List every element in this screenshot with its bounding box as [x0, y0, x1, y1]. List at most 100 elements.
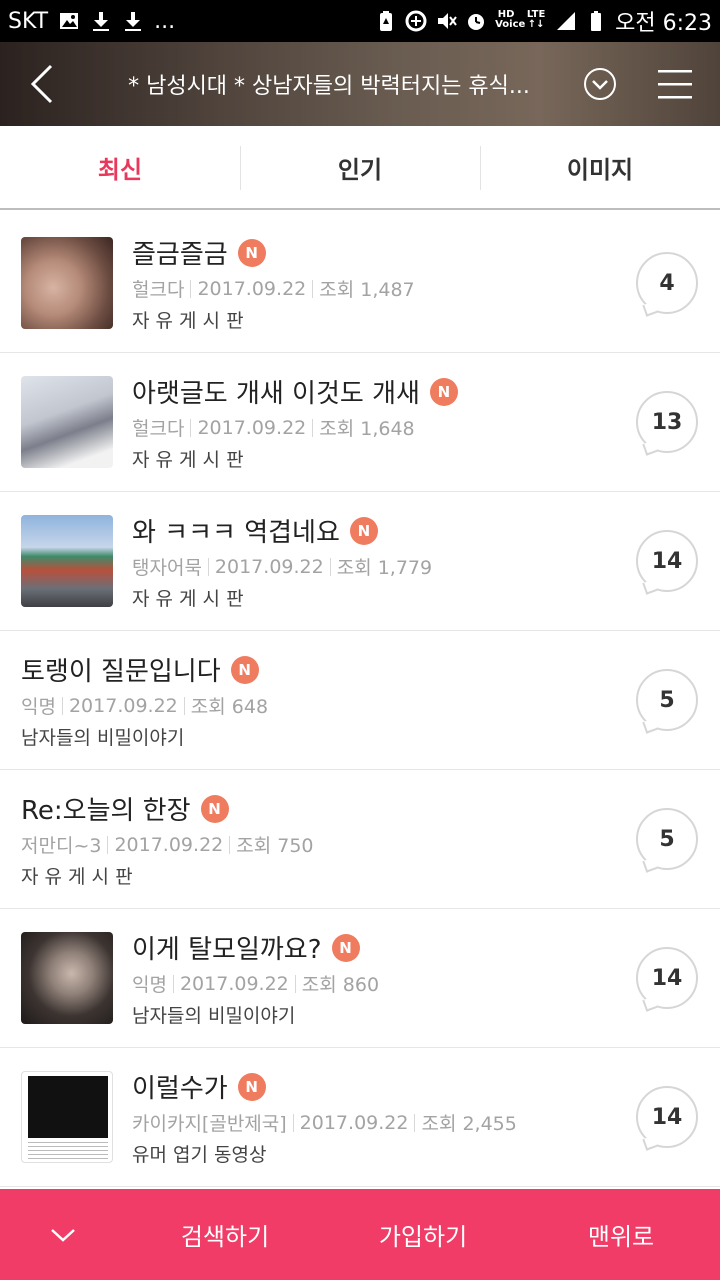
collapse-bar-button[interactable] [0, 1189, 126, 1280]
hd-voice-icon: HD Voice [495, 9, 526, 30]
status-right: HD Voice LTE ↑↓ 오전 6:23 [375, 5, 712, 37]
post-row[interactable]: 이럴수가 N 카이카지[골반제국] 2017.09.22 조회 2,455 유머 엽… [0, 1048, 720, 1187]
post-views: 조회 750 [236, 835, 314, 857]
meta-divider [61, 696, 63, 715]
post-title-line: 와 ㅋㅋㅋ 역겹네요 N [132, 513, 720, 549]
post-text: 이럴수가 N 카이카지[골반제국] 2017.09.22 조회 2,455 유머 엽… [132, 1069, 720, 1166]
post-thumbnail [21, 515, 113, 607]
comment-count-bubble: 14 [636, 1086, 698, 1148]
post-author: 익명 [21, 696, 56, 718]
meta-divider [107, 835, 109, 854]
back-button[interactable] [0, 42, 84, 126]
post-board: 자 유 게 시 판 [132, 587, 244, 610]
post-row[interactable]: 토랭이 질문입니다 N 익명 2017.09.22 조회 648 남자들의 비밀이야… [0, 631, 720, 770]
meta-divider [190, 279, 192, 298]
post-date: 2017.09.22 [114, 833, 224, 856]
cafe-header: * 남성시대 * 상남자들의 박력터지는 휴식... [0, 42, 720, 126]
tab-popular[interactable]: 인기 [240, 126, 480, 208]
post-date: 2017.09.22 [68, 694, 178, 717]
post-title-line: 아랫글도 개새 이것도 개새 N [132, 374, 720, 410]
meta-divider [183, 696, 185, 715]
post-meta: 저만디~3 2017.09.22 조회 750 [21, 832, 720, 858]
title-dropdown-button[interactable] [570, 42, 630, 126]
post-title-line: 이럴수가 N [132, 1069, 720, 1105]
post-meta: 익명 2017.09.22 조회 648 [21, 693, 720, 719]
post-title: 이게 탈모일까요? [132, 935, 322, 965]
post-row[interactable]: Re:오늘의 한장 N 저만디~3 2017.09.22 조회 750 자 유 게 … [0, 770, 720, 909]
post-views: 조회 1,487 [319, 279, 415, 301]
post-title-line: 이게 탈모일까요? N [132, 930, 720, 966]
cafe-title[interactable]: * 남성시대 * 상남자들의 박력터지는 휴식... [84, 68, 570, 100]
new-badge: N [200, 794, 229, 823]
menu-button[interactable] [630, 42, 720, 126]
battery-icon [591, 11, 602, 31]
clock: 오전 6:23 [615, 11, 712, 36]
post-thumbnail [21, 1071, 113, 1163]
post-board: 자 유 게 시 판 [132, 309, 244, 332]
new-badge: N [349, 516, 378, 545]
bottom-action-bar: 검색하기 가입하기 맨위로 [0, 1189, 720, 1280]
post-list: 즐금즐금 N 헐크다 2017.09.22 조회 1,487 자 유 게 시 판 4… [0, 214, 720, 1187]
lte-icon: LTE ↑↓ [526, 9, 546, 30]
post-text: 토랭이 질문입니다 N 익명 2017.09.22 조회 648 남자들의 비밀이야… [21, 652, 720, 749]
post-row[interactable]: 즐금즐금 N 헐크다 2017.09.22 조회 1,487 자 유 게 시 판 4 [0, 214, 720, 353]
post-date: 2017.09.22 [299, 1111, 409, 1134]
download-icon [93, 12, 110, 31]
post-title-line: 토랭이 질문입니다 N [21, 652, 720, 688]
post-meta: 헐크다 2017.09.22 조회 1,487 [132, 276, 720, 302]
meta-divider [172, 974, 174, 993]
new-badge: N [429, 377, 458, 406]
status-left: SKT ... [8, 9, 175, 34]
comment-count-bubble: 13 [636, 391, 698, 453]
post-text: Re:오늘의 한장 N 저만디~3 2017.09.22 조회 750 자 유 게 … [21, 791, 720, 888]
post-text: 와 ㅋㅋㅋ 역겹네요 N 탱자어묵 2017.09.22 조회 1,779 자 유 … [132, 513, 720, 610]
image-icon [60, 13, 79, 29]
post-board: 자 유 게 시 판 [132, 448, 244, 471]
post-row[interactable]: 이게 탈모일까요? N 익명 2017.09.22 조회 860 남자들의 비밀이야… [0, 909, 720, 1048]
post-title: 와 ㅋㅋㅋ 역겹네요 [132, 518, 340, 548]
post-title-line: Re:오늘의 한장 N [21, 791, 720, 827]
join-button[interactable]: 가입하기 [324, 1217, 522, 1252]
post-views: 조회 648 [190, 696, 269, 718]
post-board: 남자들의 비밀이야기 [21, 726, 185, 749]
post-title: 이럴수가 [132, 1074, 228, 1104]
post-views: 조회 2,455 [421, 1113, 517, 1135]
post-board: 유머 엽기 동영상 [132, 1143, 267, 1166]
comment-count-bubble: 14 [636, 530, 698, 592]
post-author: 헐크다 [132, 418, 185, 440]
meta-divider [207, 557, 209, 576]
meta-divider [312, 279, 314, 298]
mute-icon [438, 13, 457, 29]
post-date: 2017.09.22 [197, 416, 307, 439]
scroll-top-button[interactable]: 맨위로 [522, 1217, 720, 1252]
comment-count-bubble: 4 [636, 252, 698, 314]
meta-divider [292, 1113, 294, 1132]
comment-count-bubble: 5 [636, 808, 698, 870]
meta-divider [329, 557, 331, 576]
new-badge: N [237, 1072, 266, 1101]
post-title: Re:오늘의 한장 [21, 796, 191, 826]
meta-divider [414, 1113, 416, 1132]
data-saver-icon [405, 10, 427, 32]
tab-images[interactable]: 이미지 [480, 126, 720, 208]
post-author: 탱자어묵 [132, 557, 202, 579]
post-author: 저만디~3 [21, 835, 102, 857]
post-row[interactable]: 와 ㅋㅋㅋ 역겹네요 N 탱자어묵 2017.09.22 조회 1,779 자 유 … [0, 492, 720, 631]
new-badge: N [331, 933, 360, 962]
post-author: 헐크다 [132, 279, 185, 301]
tab-latest[interactable]: 최신 [0, 126, 240, 208]
post-meta: 익명 2017.09.22 조회 860 [132, 971, 720, 997]
comment-count-bubble: 14 [636, 947, 698, 1009]
post-title-line: 즐금즐금 N [132, 235, 720, 271]
chevron-down-circle-icon [584, 68, 616, 100]
search-button[interactable]: 검색하기 [126, 1217, 324, 1252]
post-row[interactable]: 아랫글도 개새 이것도 개새 N 헐크다 2017.09.22 조회 1,648 자… [0, 353, 720, 492]
tab-bar: 최신 인기 이미지 [0, 126, 720, 210]
hamburger-icon [658, 70, 692, 99]
post-thumbnail [21, 932, 113, 1024]
new-badge: N [237, 238, 266, 267]
post-author: 익명 [132, 974, 167, 996]
post-board: 자 유 게 시 판 [21, 865, 133, 888]
post-views: 조회 1,779 [336, 557, 433, 579]
meta-divider [229, 835, 231, 854]
